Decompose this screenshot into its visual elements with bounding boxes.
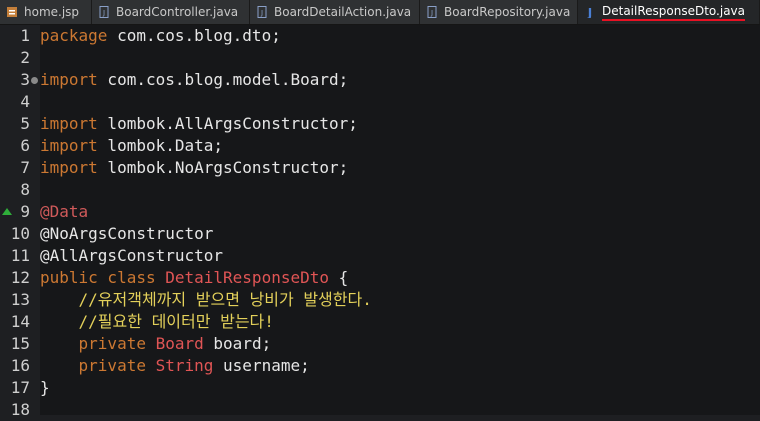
code-token: } bbox=[40, 378, 50, 397]
code-token: Board bbox=[155, 334, 204, 353]
code-token: lombok.NoArgsConstructor; bbox=[97, 158, 349, 177]
code-token: lombok.Data; bbox=[97, 136, 224, 155]
line-number: 7 bbox=[20, 158, 30, 177]
java-file-icon: J bbox=[426, 6, 438, 18]
code-line[interactable]: //유저객체까지 받으면 낭비가 발생한다. bbox=[40, 289, 372, 311]
line-number: 4 bbox=[20, 92, 30, 111]
code-token: lombok.AllArgsConstructor; bbox=[97, 114, 358, 133]
line-number: 5 bbox=[20, 114, 30, 133]
code-token: import bbox=[40, 114, 98, 133]
code-text-area[interactable]: package com.cos.blog.dto; import com.cos.… bbox=[40, 25, 760, 415]
line-number: 12 bbox=[10, 268, 30, 287]
code-line[interactable]: @AllArgsConstructor bbox=[40, 245, 223, 267]
code-token: public class bbox=[40, 268, 156, 287]
code-token: @Data bbox=[40, 202, 89, 221]
editor-tab-bar: home.jsp J BoardController.java J BoardD… bbox=[0, 0, 760, 25]
code-token: import bbox=[40, 70, 98, 89]
line-number: 10 bbox=[10, 224, 30, 243]
jsp-file-icon bbox=[6, 6, 18, 18]
line-number: 18 bbox=[10, 400, 30, 419]
code-line[interactable]: private Board board; bbox=[40, 333, 272, 355]
tab-board-controller[interactable]: J BoardController.java bbox=[92, 0, 250, 24]
code-token: import bbox=[40, 136, 98, 155]
code-editor[interactable]: 1 2 3 4 5 6 7 8 9 10 11 12 13 14 15 16 17 18 package com.… bbox=[0, 25, 760, 419]
code-token: //유저객체까지 받으면 낭비가 발생한다. bbox=[40, 290, 372, 309]
svg-text:J: J bbox=[260, 9, 263, 17]
line-number: 8 bbox=[20, 180, 30, 199]
tab-label: BoardDetailAction.java bbox=[274, 5, 412, 19]
tab-label: home.jsp bbox=[24, 5, 80, 19]
tab-home-jsp[interactable]: home.jsp bbox=[0, 0, 92, 24]
code-token: //필요한 데이터만 받는다! bbox=[40, 312, 274, 331]
line-number: 11 bbox=[10, 246, 30, 265]
line-number-gutter: 1 2 3 4 5 6 7 8 9 10 11 12 13 14 15 16 17 18 bbox=[0, 25, 40, 419]
code-token: @AllArgsConstructor bbox=[40, 246, 224, 265]
code-token: DetailResponseDto bbox=[165, 268, 329, 287]
svg-text:J: J bbox=[102, 9, 105, 17]
tab-label: DetailResponseDto.java bbox=[602, 4, 746, 21]
code-token: com.cos.blog.dto; bbox=[107, 26, 281, 45]
code-line[interactable]: import lombok.AllArgsConstructor; bbox=[40, 113, 358, 135]
java-file-icon: J bbox=[256, 6, 268, 18]
code-token: { bbox=[329, 268, 349, 287]
line-number: 3 bbox=[20, 70, 30, 89]
tab-detail-response-dto[interactable]: J DetailResponseDto.java bbox=[578, 0, 760, 24]
tab-label: BoardController.java bbox=[116, 5, 239, 19]
tab-label: BoardRepository.java bbox=[444, 5, 571, 19]
code-token: @NoArgsConstructor bbox=[40, 224, 214, 243]
code-token: private bbox=[78, 334, 146, 353]
override-marker-icon bbox=[2, 208, 12, 215]
code-token: com.cos.blog.model.Board; bbox=[97, 70, 349, 89]
tab-board-detail-action[interactable]: J BoardDetailAction.java bbox=[250, 0, 420, 24]
fold-toggle-icon[interactable] bbox=[31, 77, 38, 84]
line-number: 1 bbox=[20, 26, 30, 45]
tab-board-repository[interactable]: J BoardRepository.java bbox=[420, 0, 578, 24]
code-line[interactable]: @NoArgsConstructor bbox=[40, 223, 213, 245]
svg-text:J: J bbox=[587, 6, 592, 18]
line-number: 16 bbox=[10, 356, 30, 375]
line-number: 13 bbox=[10, 290, 30, 309]
code-line[interactable]: } bbox=[40, 377, 50, 399]
code-line[interactable]: private String username; bbox=[40, 355, 310, 377]
code-token: username; bbox=[213, 356, 310, 375]
code-line[interactable]: @Data bbox=[40, 201, 88, 223]
code-line[interactable]: import com.cos.blog.model.Board; bbox=[40, 69, 348, 91]
code-line[interactable]: package com.cos.blog.dto; bbox=[40, 25, 281, 47]
line-number: 2 bbox=[20, 48, 30, 67]
code-line[interactable]: //필요한 데이터만 받는다! bbox=[40, 311, 274, 333]
code-line[interactable]: public class DetailResponseDto { bbox=[40, 267, 348, 289]
code-token: String bbox=[155, 356, 214, 375]
java-class-icon: J bbox=[584, 6, 596, 18]
code-token: board; bbox=[203, 334, 272, 353]
code-line[interactable]: import lombok.NoArgsConstructor; bbox=[40, 157, 348, 179]
line-number: 17 bbox=[10, 378, 30, 397]
line-number: 14 bbox=[10, 312, 30, 331]
java-file-icon: J bbox=[98, 6, 110, 18]
line-number: 6 bbox=[20, 136, 30, 155]
svg-text:J: J bbox=[430, 9, 433, 17]
code-token: package bbox=[40, 26, 108, 45]
code-token: import bbox=[40, 158, 98, 177]
code-line[interactable]: import lombok.Data; bbox=[40, 135, 223, 157]
line-number: 15 bbox=[10, 334, 30, 353]
code-token: private bbox=[78, 356, 146, 375]
